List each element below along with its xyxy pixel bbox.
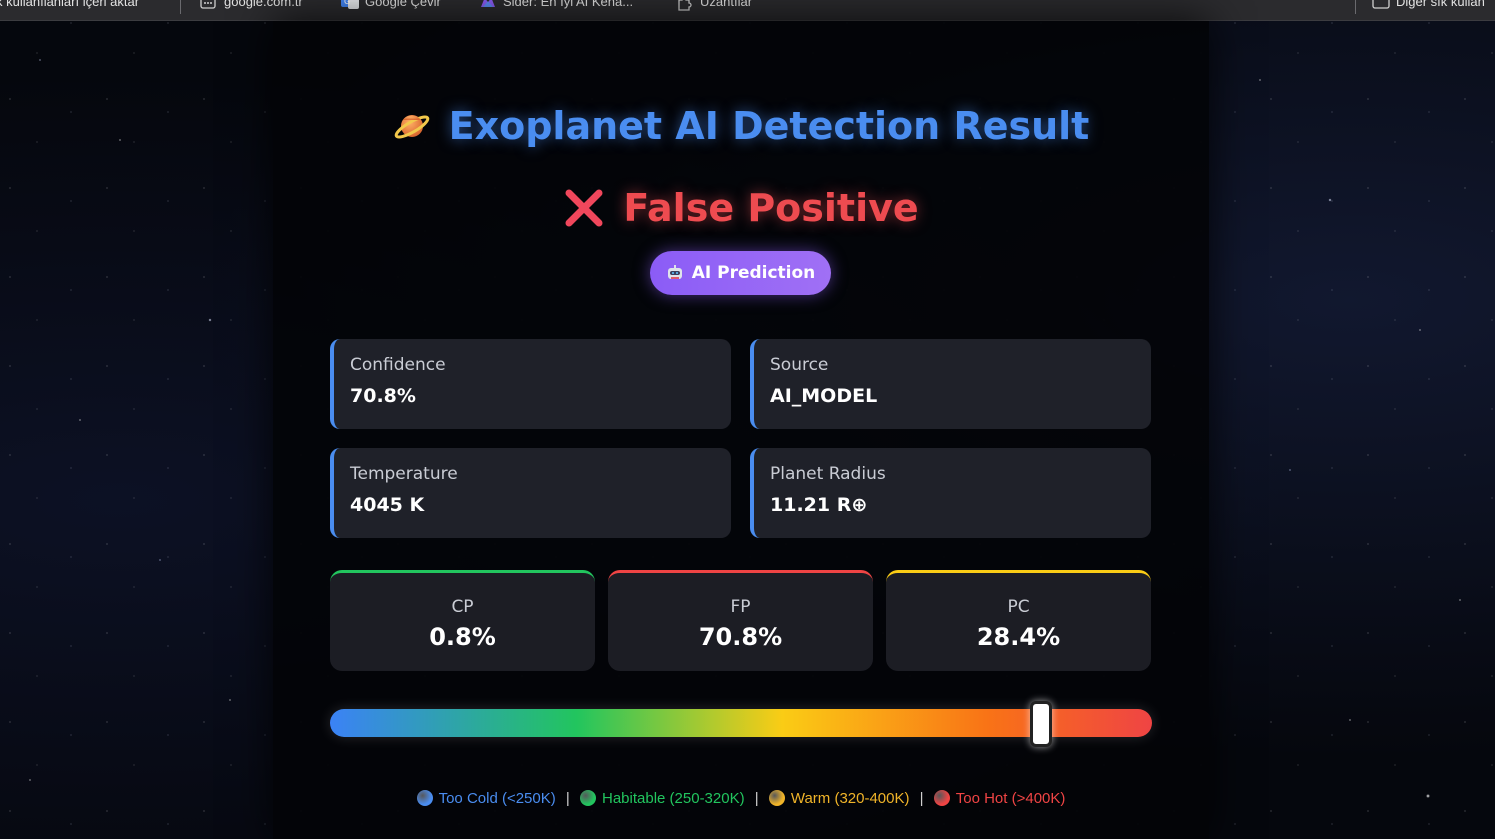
temperature-scale-bar: [330, 701, 1152, 747]
probability-value: 70.8%: [698, 623, 783, 651]
probability-pc-card: PC 28.4%: [886, 570, 1151, 671]
legend-label: Too Hot (>400K): [955, 790, 1066, 807]
temperature-marker: [1030, 701, 1053, 747]
grid-icon: [200, 0, 216, 9]
page-title: Exoplanet AI Detection Result: [273, 104, 1209, 148]
cold-dot-icon: [416, 790, 433, 806]
result-panel: Exoplanet AI Detection Result False Posi…: [273, 21, 1209, 839]
legend-item-warm: Warm (320-400K): [765, 790, 914, 807]
probability-value: 0.8%: [429, 623, 496, 651]
card-value: 4045 K: [350, 494, 425, 516]
bookmark-extensions[interactable]: Uzantılar: [676, 0, 753, 11]
card-label: Source: [770, 355, 829, 375]
probability-cp-card: CP 0.8%: [330, 570, 595, 671]
temperature-card: Temperature 4045 K: [330, 448, 731, 538]
legend-label: Warm (320-400K): [790, 790, 910, 807]
card-value: 11.21 R⊕: [770, 494, 868, 516]
bookmark-google[interactable]: google.com.tr: [200, 0, 303, 9]
probability-label: PC: [1007, 597, 1030, 617]
legend-item-habitable: Habitable (250-320K): [576, 790, 749, 807]
confidence-card: Confidence 70.8%: [330, 339, 731, 429]
ringed-planet-icon: [393, 107, 431, 145]
legend-divider: |: [919, 790, 924, 807]
bookmark-separator: [1355, 0, 1356, 14]
legend-divider: |: [565, 790, 570, 807]
sider-icon: [479, 0, 495, 9]
card-label: Confidence: [350, 355, 446, 375]
card-label: Temperature: [350, 464, 458, 484]
prediction-result: False Positive: [273, 186, 1209, 230]
temperature-legend: Too Cold (<250K) | Habitable (250-320K) …: [273, 790, 1209, 807]
legend-item-too-cold: Too Cold (<250K): [416, 790, 560, 807]
puzzle-icon: [676, 0, 692, 11]
ai-prediction-badge: AI Prediction: [650, 251, 831, 295]
legend-item-too-hot: Too Hot (>400K): [930, 790, 1066, 807]
bookmark-label: google.com.tr: [224, 0, 303, 9]
bookmark-separator: [180, 0, 181, 14]
hot-dot-icon: [933, 790, 950, 806]
source-card: Source AI_MODEL: [750, 339, 1151, 429]
result-label: False Positive: [623, 186, 919, 230]
svg-text:G: G: [344, 0, 350, 6]
bookmark-label: Sider: En İyi AI Kena...: [503, 0, 634, 9]
planet-radius-card: Planet Radius 11.21 R⊕: [750, 448, 1151, 538]
habitable-dot-icon: [580, 790, 596, 806]
bookmarks-bar: k kullanılanları içeri aktar google.com.…: [0, 0, 1495, 21]
legend-divider: |: [754, 790, 759, 807]
bookmark-sider[interactable]: Sider: En İyi AI Kena...: [479, 0, 633, 9]
title-text: Exoplanet AI Detection Result: [448, 104, 1090, 148]
bookmark-import[interactable]: k kullanılanları içeri aktar: [0, 0, 139, 9]
folder-icon: [1372, 0, 1390, 9]
probability-fp-card: FP 70.8%: [608, 570, 873, 671]
cross-icon: [563, 187, 605, 229]
probability-label: CP: [451, 597, 474, 617]
robot-icon: [666, 264, 684, 282]
card-value: 70.8%: [350, 385, 416, 407]
badge-label: AI Prediction: [691, 263, 816, 283]
card-label: Planet Radius: [770, 464, 886, 484]
other-bookmarks[interactable]: Diğer sık kullan: [1372, 0, 1485, 9]
legend-label: Habitable (250-320K): [602, 790, 745, 807]
bookmark-google-translate[interactable]: G Google Çevir: [341, 0, 441, 9]
card-value: AI_MODEL: [770, 385, 878, 407]
warm-dot-icon: [768, 790, 785, 806]
other-bookmarks-label: Diğer sık kullan: [1396, 0, 1485, 9]
bookmark-label: k kullanılanları içeri aktar: [0, 0, 140, 9]
bookmark-label: Google Çevir: [365, 0, 441, 9]
translate-icon: G: [341, 0, 359, 9]
bookmark-label: Uzantılar: [700, 0, 753, 9]
probability-label: FP: [730, 597, 751, 617]
legend-label: Too Cold (<250K): [438, 790, 556, 807]
probability-value: 28.4%: [976, 623, 1061, 651]
